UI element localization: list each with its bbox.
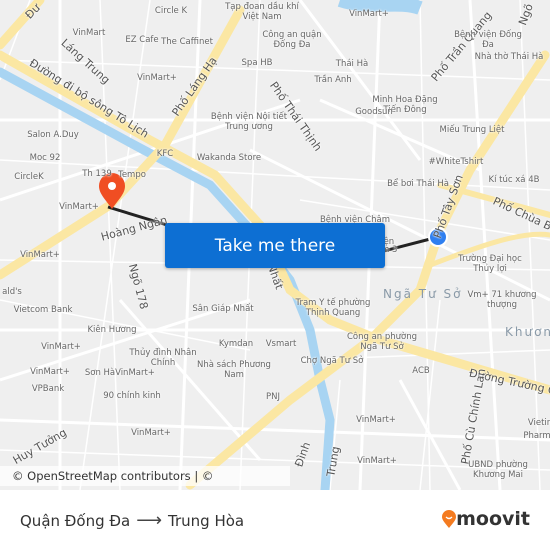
poi-label: Vsmart [265, 339, 297, 349]
poi-label: ACB [412, 366, 430, 376]
poi-label: Tempo [118, 170, 146, 180]
poi-label: Nhà thờ Thái Hà [474, 52, 544, 62]
poi-label: Công an quận Đống Đa [262, 30, 322, 50]
poi-label: UBND phường Khương Mai [468, 460, 528, 480]
poi-label: VinMart+ [59, 202, 99, 212]
poi-label: Circle K [154, 6, 188, 16]
poi-label: VinMart+ [137, 73, 177, 83]
map[interactable]: Láng Trung Đường đi bộ sông Tô Lịch Phố … [0, 0, 550, 490]
poi-label: Công an phường Ngã Tư Sở [346, 332, 418, 352]
origin-name: Quận Đống Đa [20, 511, 131, 530]
poi-label: VinMart+ [41, 342, 81, 352]
poi-label: Sân Giáp Nhất [192, 304, 254, 314]
area-label: Khương [505, 325, 550, 339]
poi-label: VinMart+ [356, 415, 396, 425]
poi-label: PNJ [266, 392, 280, 402]
poi-label: Th 139 [82, 169, 112, 179]
moovit-logo: moovit [442, 508, 530, 530]
poi-label: Bể bơi Thái Hà [387, 179, 449, 189]
poi-label: VinMart [72, 28, 106, 38]
poi-label: Kiên Hương [87, 325, 137, 335]
arrow-right-icon: ⟶ [136, 510, 163, 531]
poi-label: #WhiteTshirt [428, 157, 484, 167]
poi-label: Thái Hà [335, 59, 369, 69]
poi-label: VinMart+ [131, 428, 171, 438]
poi-label: Thủy đình Nhân Chính [129, 348, 197, 368]
poi-label: Chợ Ngã Tư Sở [300, 356, 364, 366]
map-attribution[interactable]: © OpenStreetMap contributors | © OpenMap… [0, 466, 290, 490]
poi-label: KFC [156, 149, 174, 159]
poi-label: Goodsun [355, 107, 393, 117]
poi-label: Bệnh viện Đống Đa [454, 30, 522, 50]
poi-label: Moc 92 [29, 153, 61, 163]
poi-label: ald's [2, 287, 22, 297]
poi-label: VinMart+ [20, 250, 60, 260]
poi-label: VinMart+ [115, 368, 155, 378]
poi-label: Pharm [523, 431, 550, 441]
poi-label: CircleK [14, 172, 44, 182]
poi-label: Nhà sách Phương Nam [197, 360, 271, 380]
poi-label: VinMart+ [349, 9, 389, 19]
poi-label: VinMart+ [357, 456, 397, 466]
route-title: Quận Đống Đa ⟶ Trung Hòa [20, 510, 244, 531]
area-label: Ngã Tư Sở [383, 287, 463, 301]
poi-label: Salon A.Duy [27, 130, 79, 140]
poi-label: Trường Đại học Thủy lợi [458, 254, 522, 274]
poi-label: Kí túc xá 4B [488, 175, 540, 185]
footer-bar: Quận Đống Đa ⟶ Trung Hòa moovit [0, 490, 550, 550]
poi-label: Vietcom Bank [13, 305, 73, 315]
poi-label: 90 chính kinh [103, 391, 161, 401]
poi-label: Vm+ 71 khương thượng [467, 290, 537, 310]
destination-name: Trung Hòa [168, 511, 245, 530]
poi-label: Trạm Y tế phường Thịnh Quang [295, 298, 371, 318]
poi-label: Kymdan [218, 339, 254, 349]
moovit-pin-icon [442, 510, 457, 528]
poi-label: Sơn Hà [84, 368, 116, 378]
poi-label: Miếu Trung Liệt [439, 125, 505, 135]
poi-label: Trần Anh [314, 75, 352, 85]
poi-label: The Caffinet [161, 37, 213, 47]
poi-label: Spa HB [241, 58, 273, 68]
poi-label: VinMart+ [30, 367, 70, 377]
poi-label: VPBank [31, 384, 65, 394]
poi-label: Wakanda Store [196, 153, 262, 163]
poi-label: Vietin [527, 418, 550, 428]
poi-label: EZ Cafe [125, 35, 159, 45]
poi-label: Bệnh viện Nội tiết Trung ương [210, 112, 288, 132]
poi-label: Tạp đoan dầu khí Việt Nam [225, 2, 299, 22]
take-me-there-button[interactable]: Take me there [165, 223, 385, 268]
